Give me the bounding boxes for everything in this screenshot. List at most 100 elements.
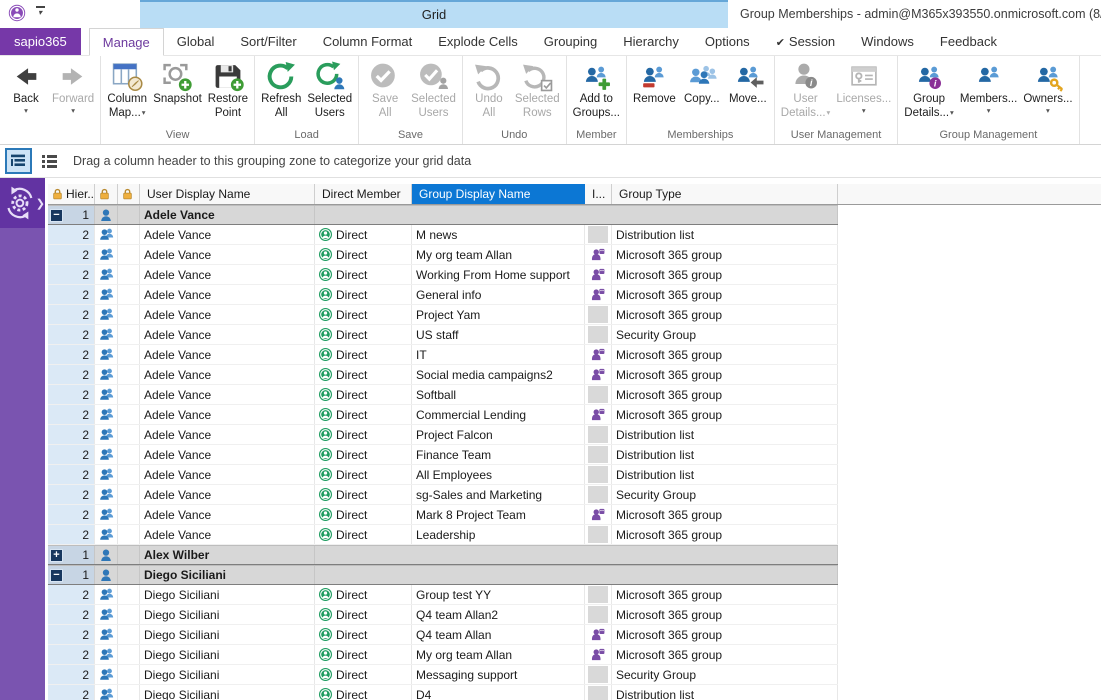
spacer-cell[interactable] [118,605,140,624]
direct-member-cell[interactable]: Direct [315,245,412,264]
user-display-name-cell[interactable]: Diego Siciliani [140,685,315,700]
user-display-name-cell[interactable]: Adele Vance [140,206,315,224]
column-header-i[interactable]: I... [585,184,612,204]
team-indicator-cell[interactable] [585,625,612,644]
group-display-name-cell[interactable]: Mark 8 Project Team [412,505,585,524]
group-type-cell[interactable]: Security Group [612,485,838,504]
user-display-name-cell[interactable]: Adele Vance [140,405,315,424]
member-row[interactable]: 2Diego Siciliani DirectGroup test YYMicr… [48,585,838,605]
spacer-cell[interactable] [118,385,140,404]
hierarchy-cell[interactable]: 2 [48,465,95,484]
team-indicator-cell[interactable] [585,225,612,244]
group-display-name-cell[interactable]: D4 [412,685,585,700]
tab-global[interactable]: Global [164,28,228,55]
member-row[interactable]: 2Adele Vance DirectIT Microsoft 365 grou… [48,345,838,365]
direct-member-cell[interactable]: Direct [315,265,412,284]
hierarchy-cell[interactable]: 2 [48,285,95,304]
row-type-cell[interactable] [95,485,118,504]
undo-all-button[interactable]: UndoAll [466,59,512,121]
row-type-cell[interactable] [95,206,118,224]
team-indicator-cell[interactable] [585,345,612,364]
direct-member-cell[interactable]: Direct [315,225,412,244]
user-display-name-cell[interactable]: Alex Wilber [140,546,315,564]
hierarchy-cell[interactable]: +1 [48,546,95,564]
spacer-cell[interactable] [118,325,140,344]
member-row[interactable]: 2Adele Vance DirectCommercial Lending Mi… [48,405,838,425]
user-display-name-cell[interactable]: Diego Siciliani [140,645,315,664]
user-display-name-cell[interactable]: Adele Vance [140,245,315,264]
group-type-cell[interactable]: Microsoft 365 group [612,265,838,284]
spacer-cell[interactable] [118,546,140,564]
row-type-cell[interactable] [95,525,118,544]
group-display-name-cell[interactable]: Softball [412,385,585,404]
hierarchy-cell[interactable]: −1 [48,206,95,224]
direct-member-cell[interactable]: Direct [315,325,412,344]
spacer-cell[interactable] [118,445,140,464]
spacer-cell[interactable] [118,265,140,284]
spacer-cell[interactable] [118,585,140,604]
direct-member-cell[interactable]: Direct [315,585,412,604]
column-header-hier[interactable]: Hier... [48,184,95,204]
group-type-cell[interactable]: Microsoft 365 group [612,505,838,524]
column-header-lock2[interactable] [118,184,140,204]
member-row[interactable]: 2Adele Vance DirectMark 8 Project Team M… [48,505,838,525]
spacer-cell[interactable] [118,425,140,444]
group-type-cell[interactable]: Security Group [612,325,838,344]
team-indicator-cell[interactable] [585,385,612,404]
hierarchy-cell[interactable]: 2 [48,405,95,424]
hierarchy-cell[interactable]: 2 [48,665,95,684]
group-type-cell[interactable]: Distribution list [612,225,838,244]
spacer-cell[interactable] [118,685,140,700]
member-row[interactable]: 2Adele Vance Directsg-Sales and Marketin… [48,485,838,505]
group-display-name-cell[interactable]: sg-Sales and Marketing [412,485,585,504]
selected-users-button[interactable]: SelectedUsers [408,59,459,121]
column-header-lock1[interactable] [95,184,118,204]
user-display-name-cell[interactable]: Diego Siciliani [140,625,315,644]
user-display-name-cell[interactable]: Adele Vance [140,525,315,544]
list-view-button[interactable] [36,148,63,174]
hierarchy-cell[interactable]: 2 [48,445,95,464]
member-row[interactable]: 2Adele Vance DirectFinance TeamDistribut… [48,445,838,465]
group-type-cell[interactable]: Microsoft 365 group [612,365,838,384]
group-type-cell[interactable]: Microsoft 365 group [612,645,838,664]
hierarchy-cell[interactable]: 2 [48,265,95,284]
row-type-cell[interactable] [95,265,118,284]
row-type-cell[interactable] [95,605,118,624]
row-type-cell[interactable] [95,245,118,264]
group-display-name-cell[interactable]: IT [412,345,585,364]
member-row[interactable]: 2Diego Siciliani DirectQ4 team Allan Mic… [48,625,838,645]
member-row[interactable]: 2Adele Vance DirectSoftballMicrosoft 365… [48,385,838,405]
group-type-cell[interactable]: Microsoft 365 group [612,605,838,624]
group-display-name-cell[interactable]: My org team Allan [412,245,585,264]
row-type-cell[interactable] [95,365,118,384]
hierarchy-cell[interactable]: 2 [48,325,95,344]
sidebar[interactable]: ❯ [0,178,45,700]
group-type-cell[interactable]: Microsoft 365 group [612,625,838,644]
spacer-cell[interactable] [118,285,140,304]
direct-member-cell[interactable]: Direct [315,285,412,304]
user-display-name-cell[interactable]: Adele Vance [140,465,315,484]
row-type-cell[interactable] [95,305,118,324]
team-indicator-cell[interactable] [585,265,612,284]
hierarchy-cell[interactable]: 2 [48,585,95,604]
team-indicator-cell[interactable] [585,505,612,524]
group-type-cell[interactable]: Microsoft 365 group [612,305,838,324]
column-map-button[interactable]: ColumnMap...▾ [104,59,150,121]
tab-sort-filter[interactable]: Sort/Filter [227,28,309,55]
group-row[interactable]: +1 Alex Wilber [48,545,838,565]
spacer-cell[interactable] [118,645,140,664]
row-type-cell[interactable] [95,225,118,244]
member-row[interactable]: 2Diego Siciliani DirectMy org team Allan… [48,645,838,665]
direct-member-cell[interactable]: Direct [315,525,412,544]
spacer-cell[interactable] [118,305,140,324]
collapse-toggle[interactable]: − [50,569,63,582]
group-type-cell[interactable]: Distribution list [612,425,838,444]
grouping-view-button[interactable] [5,148,32,174]
hierarchy-cell[interactable]: 2 [48,225,95,244]
hierarchy-cell[interactable]: 2 [48,645,95,664]
user-display-name-cell[interactable]: Adele Vance [140,305,315,324]
member-row[interactable]: 2Adele Vance DirectAll EmployeesDistribu… [48,465,838,485]
group-type-cell[interactable]: Microsoft 365 group [612,245,838,264]
spacer-cell[interactable] [118,625,140,644]
user-display-name-cell[interactable]: Adele Vance [140,505,315,524]
